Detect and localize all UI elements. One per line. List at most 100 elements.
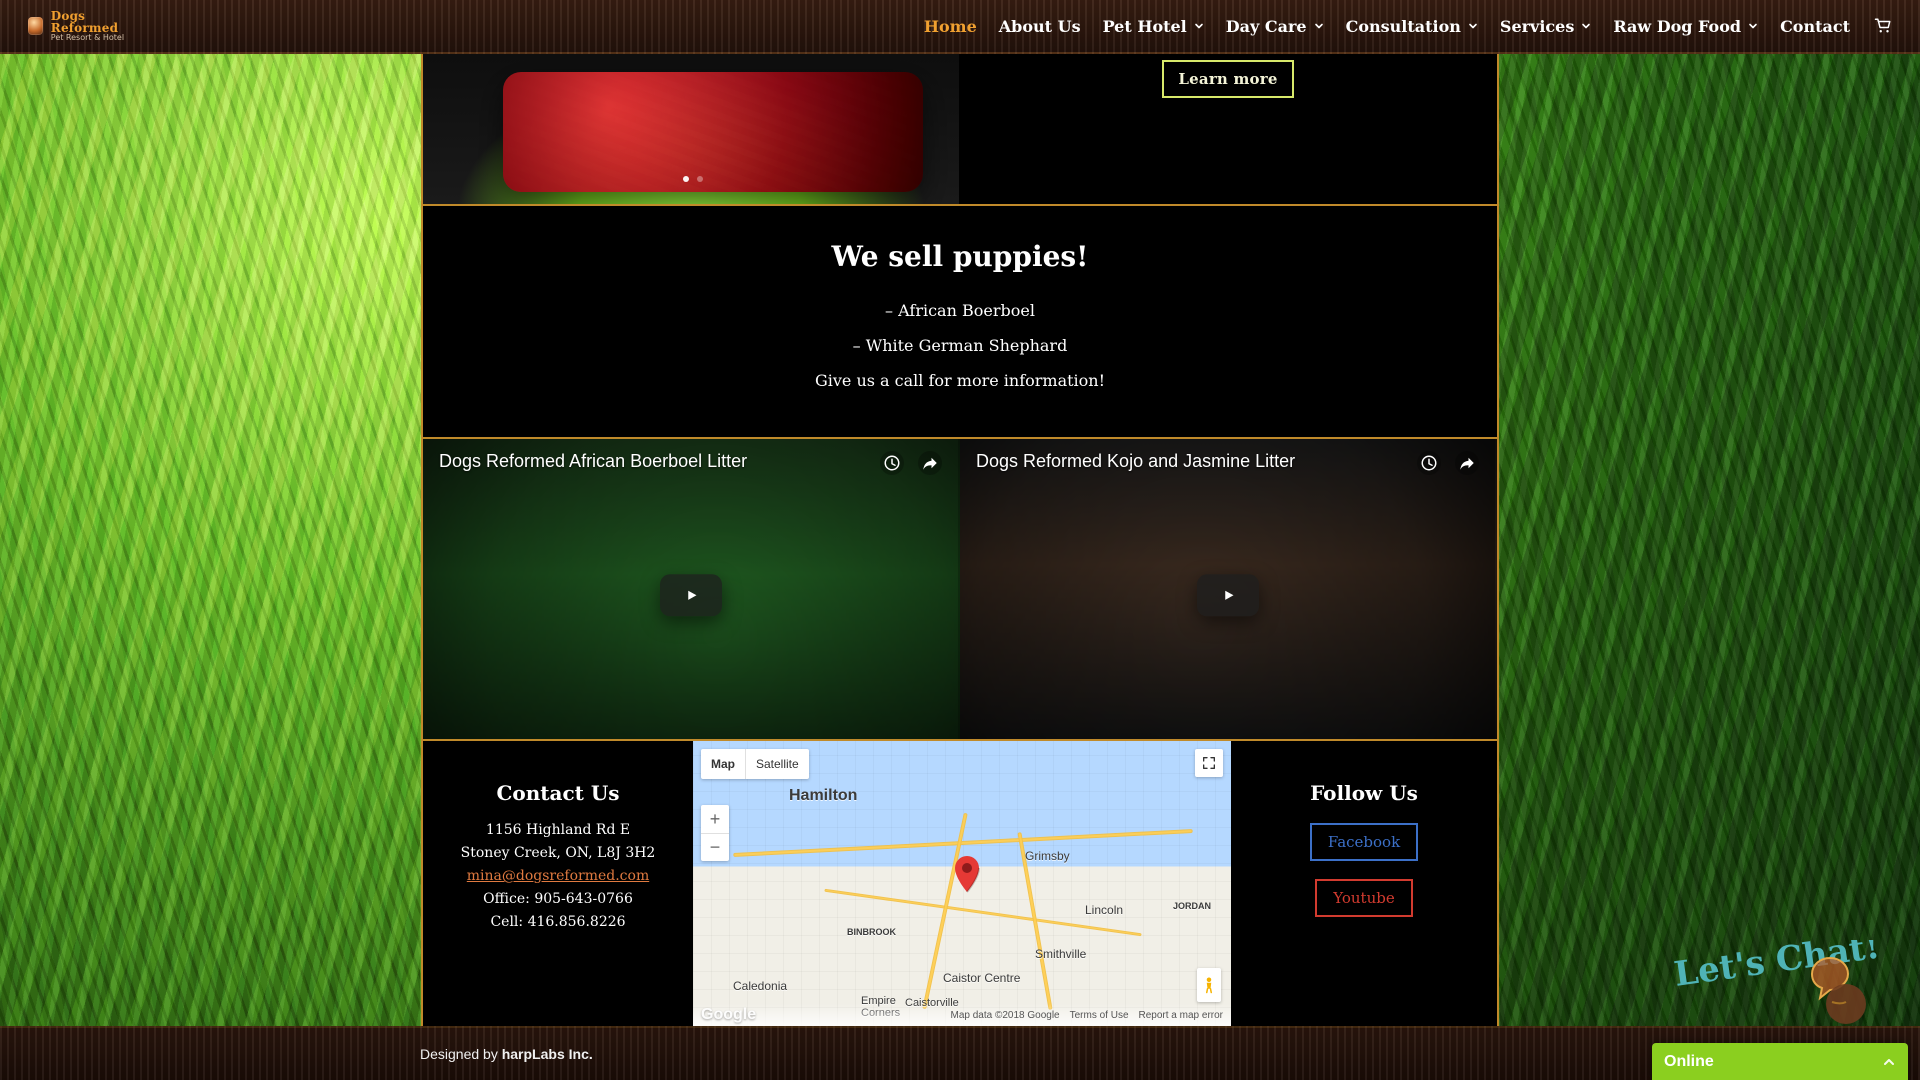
google-watermark: Google <box>701 1006 757 1023</box>
designed-by: Designed by harpLabs Inc. <box>420 1046 593 1062</box>
chat-widget-bar[interactable]: Online <box>1652 1043 1908 1080</box>
logo-title: Dogs Reformed <box>50 9 119 35</box>
breed-item: – White German Shephard <box>852 336 1068 356</box>
chevron-down-icon <box>1314 23 1323 29</box>
nav-home[interactable]: Home <box>924 17 977 36</box>
map-label: Caistor Centre <box>943 971 1021 985</box>
share-button[interactable] <box>918 451 942 475</box>
nav-raw-dog-food[interactable]: Raw Dog Food <box>1613 17 1758 36</box>
nav-raw-dog-food-label: Raw Dog Food <box>1613 16 1742 36</box>
chevron-up-icon <box>1884 1058 1894 1065</box>
video-actions <box>880 451 942 475</box>
office-phone: Office: 905-643-0766 <box>483 891 633 908</box>
map-footer-links: Map data ©2018 Google Terms of Use Repor… <box>950 1010 1223 1021</box>
fullscreen-icon <box>1203 757 1215 769</box>
map-type-tabs: Map Satellite <box>701 749 809 779</box>
puppies-cta: Give us a call for more information! <box>814 371 1106 391</box>
video-embed[interactable]: Dogs Reformed African Boerboel Litter <box>423 439 960 739</box>
nav-consultation[interactable]: Consultation <box>1346 17 1478 36</box>
map-label: Caledonia <box>733 979 788 993</box>
watch-later-button[interactable] <box>880 451 904 475</box>
contact-panel: Contact Us 1156 Highland Rd E Stoney Cre… <box>423 741 693 1026</box>
location-pin-icon <box>955 856 980 893</box>
nav-home-label: Home <box>923 16 977 36</box>
videos-section: Dogs Reformed African Boerboel Litter Do… <box>423 439 1497 741</box>
map-footer: Google Map data ©2018 Google Terms of Us… <box>693 1004 1231 1026</box>
nav-about-us[interactable]: About Us <box>999 17 1081 36</box>
video-title: Dogs Reformed Kojo and Jasmine Litter <box>976 451 1296 471</box>
email-link[interactable]: mina@dogsreformed.com <box>467 868 649 884</box>
share-button[interactable] <box>1455 451 1479 475</box>
raw-food-image <box>503 72 923 192</box>
slider-dot[interactable] <box>683 176 689 182</box>
watch-later-button[interactable] <box>1417 451 1441 475</box>
map-label: Grimsby <box>1025 849 1070 863</box>
map-tab-map[interactable]: Map <box>701 749 746 779</box>
follow-heading: Follow Us <box>1310 781 1418 805</box>
clock-icon <box>884 455 900 471</box>
site-logo[interactable]: Dogs Reformed Pet Resort & Hotel <box>28 6 138 46</box>
address-line: Stoney Creek, ON, L8J 3H2 <box>460 845 656 862</box>
social-buttons: Facebook Youtube <box>1231 819 1497 917</box>
learn-more-button[interactable]: Learn more <box>1162 60 1294 98</box>
slider-dots[interactable] <box>683 176 703 182</box>
site-footer: Designed by harpLabs Inc. <box>0 1026 1920 1080</box>
facebook-button[interactable]: Facebook <box>1309 823 1419 861</box>
chevron-down-icon <box>1194 23 1203 29</box>
nav-pet-hotel-label: Pet Hotel <box>1102 16 1187 36</box>
nav-services[interactable]: Services <box>1500 17 1591 36</box>
report-map-error-link[interactable]: Report a map error <box>1139 1010 1223 1021</box>
address-line: 1156 Highland Rd E <box>485 822 631 838</box>
bottom-section: Contact Us 1156 Highland Rd E Stoney Cre… <box>423 741 1497 1026</box>
puppies-heading: We sell puppies! <box>831 240 1089 273</box>
cart-button[interactable] <box>1874 17 1892 35</box>
nav-contact-label: Contact <box>1780 16 1850 36</box>
play-button[interactable] <box>659 574 722 617</box>
hero-right-panel: Learn more <box>959 54 1497 204</box>
map-tab-satellite[interactable]: Satellite <box>746 749 809 779</box>
zoom-in-button[interactable]: + <box>701 805 729 833</box>
cell-phone: Cell: 416.856.8226 <box>490 914 626 931</box>
logo-mark <box>28 17 43 35</box>
slider-dot[interactable] <box>697 176 703 182</box>
terms-link[interactable]: Terms of Use <box>1070 1010 1129 1021</box>
contact-heading: Contact Us <box>496 781 620 805</box>
clock-icon <box>1421 455 1437 471</box>
share-icon <box>923 457 937 470</box>
map-label: JORDAN <box>1173 901 1212 911</box>
youtube-button[interactable]: Youtube <box>1315 879 1413 917</box>
grass-background-left <box>0 54 420 1026</box>
nav-about-us-label: About Us <box>998 16 1081 36</box>
video-embed[interactable]: Dogs Reformed Kojo and Jasmine Litter <box>960 439 1497 739</box>
main-nav: Home About Us Pet Hotel Day Care Consult… <box>924 17 1892 36</box>
puppies-section: We sell puppies! – African Boerboel – Wh… <box>423 206 1497 439</box>
nav-day-care-label: Day Care <box>1225 16 1307 36</box>
play-button[interactable] <box>1196 574 1259 617</box>
fullscreen-button[interactable] <box>1195 749 1223 777</box>
pegman-icon <box>1206 977 1212 994</box>
map-marker[interactable] <box>951 851 983 893</box>
map-zoom-controls: + − <box>701 805 729 861</box>
street-view-button[interactable] <box>1197 968 1221 1002</box>
map-label: BINBROOK <box>847 927 896 937</box>
nav-pet-hotel[interactable]: Pet Hotel <box>1103 17 1204 36</box>
share-icon <box>1460 457 1474 470</box>
hero-section: Learn more <box>423 54 1497 206</box>
logo-subtitle: Pet Resort & Hotel <box>50 33 125 42</box>
shopping-cart-icon <box>1874 18 1891 33</box>
nav-consultation-label: Consultation <box>1345 16 1461 36</box>
chevron-down-icon <box>1749 23 1757 29</box>
chat-status: Online <box>1664 1052 1714 1070</box>
breed-item: – African Boerboel <box>885 301 1035 320</box>
grass-background-right <box>1500 54 1920 1026</box>
chevron-down-icon <box>1582 23 1591 29</box>
nav-contact[interactable]: Contact <box>1780 17 1850 36</box>
video-actions <box>1417 451 1479 475</box>
nav-services-label: Services <box>1499 16 1575 36</box>
google-map[interactable]: Map Satellite + − Hamilton Grimsby Linco… <box>693 741 1231 1026</box>
email-line: mina@dogsreformed.com <box>423 865 693 888</box>
nav-day-care[interactable]: Day Care <box>1226 17 1324 36</box>
zoom-out-button[interactable]: − <box>701 833 729 861</box>
designer-name: harpLabs Inc. <box>501 1046 593 1062</box>
map-label: Hamilton <box>789 787 858 804</box>
